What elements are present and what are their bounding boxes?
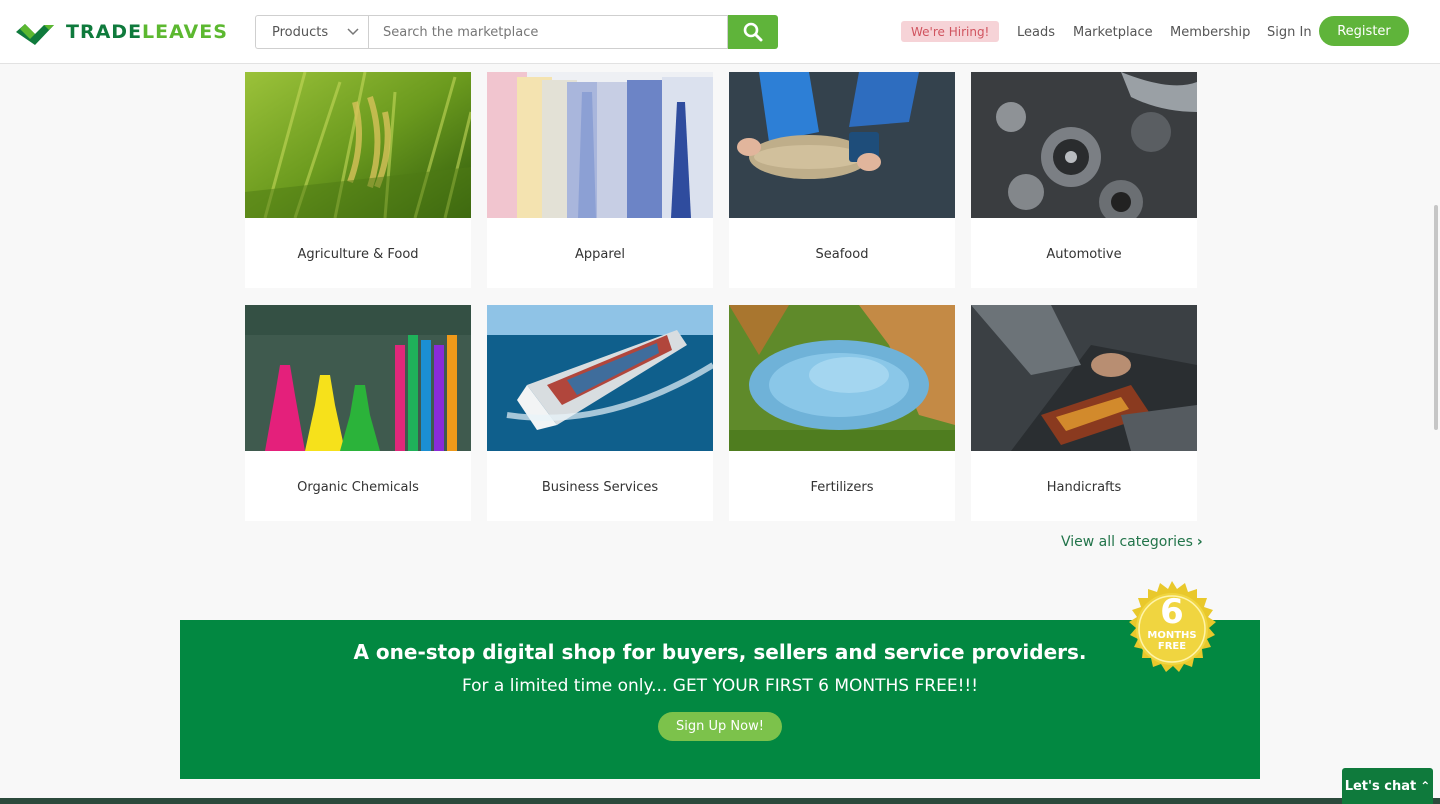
seal-line-free: FREE: [1157, 641, 1187, 652]
search-bar: Products: [255, 15, 778, 49]
category-card-handicrafts[interactable]: Handicrafts: [971, 305, 1197, 521]
automotive-image: [971, 72, 1197, 218]
category-label: Apparel: [574, 246, 626, 262]
view-all-categories-link[interactable]: View all categories ›: [1061, 531, 1203, 553]
seal-text: 6 MONTHS FREE: [1121, 594, 1223, 652]
category-label: Automotive: [1046, 246, 1122, 262]
category-card-automotive[interactable]: Automotive: [971, 72, 1197, 288]
banner-headline: A one-stop digital shop for buyers, sell…: [353, 640, 1087, 664]
category-label: Agriculture & Food: [297, 246, 419, 262]
business-services-image: [487, 305, 713, 451]
logo-wordmark: TRADELEAVES: [66, 21, 228, 43]
chevron-up-icon: ⌃: [1420, 779, 1431, 793]
organic-chemicals-image: [245, 305, 471, 451]
nav-marketplace[interactable]: Marketplace: [1073, 0, 1153, 64]
category-label: Organic Chemicals: [297, 479, 419, 495]
view-all-label: View all categories: [1061, 534, 1193, 550]
banner-subline: For a limited time only... GET YOUR FIRS…: [461, 676, 979, 696]
chevron-down-icon: [347, 28, 359, 36]
search-category-select[interactable]: Products: [255, 15, 368, 49]
category-card-organic-chemicals[interactable]: Organic Chemicals: [245, 305, 471, 521]
sign-up-now-button[interactable]: Sign Up Now!: [658, 712, 782, 741]
nav-leads[interactable]: Leads: [1017, 0, 1055, 64]
tradeleaves-logo[interactable]: TRADELEAVES: [16, 18, 228, 46]
category-card-apparel[interactable]: Apparel: [487, 72, 713, 288]
seal-line-months: MONTHS: [1147, 630, 1197, 641]
promo-banner: A one-stop digital shop for buyers, sell…: [180, 620, 1260, 779]
category-card-business-services[interactable]: Business Services: [487, 305, 713, 521]
top-header: TRADELEAVES Products We're Hiring! Leads…: [0, 0, 1440, 64]
category-label: Seafood: [815, 246, 869, 262]
nav-sign-in[interactable]: Sign In: [1267, 0, 1312, 64]
category-card-fertilizers[interactable]: Fertilizers: [729, 305, 955, 521]
lets-chat-button[interactable]: Let's chat ⌃: [1342, 768, 1433, 804]
search-icon: [743, 22, 763, 42]
footer-strip: [0, 798, 1440, 804]
category-grid: Agriculture & Food Apparel Seafood Autom…: [245, 72, 1197, 521]
hiring-badge[interactable]: We're Hiring!: [901, 21, 1000, 42]
leaf-logo-icon: [16, 24, 54, 45]
category-label: Business Services: [541, 479, 659, 495]
category-card-agriculture[interactable]: Agriculture & Food: [245, 72, 471, 288]
seal-number: 6: [1160, 592, 1184, 632]
search-input[interactable]: [368, 15, 728, 49]
chat-label: Let's chat: [1344, 778, 1417, 794]
apparel-image: [487, 72, 713, 218]
category-card-seafood[interactable]: Seafood: [729, 72, 955, 288]
nav-membership[interactable]: Membership: [1170, 0, 1250, 64]
category-label: Handicrafts: [1046, 479, 1122, 495]
category-label: Fertilizers: [810, 479, 874, 495]
search-category-value: Products: [272, 24, 329, 40]
seafood-image: [729, 72, 955, 218]
register-button[interactable]: Register: [1319, 16, 1409, 46]
fertilizers-image: [729, 305, 955, 451]
chevron-right-icon: ›: [1196, 534, 1203, 550]
agriculture-image: [245, 72, 471, 218]
page-scrollbar[interactable]: [1434, 205, 1438, 430]
search-button[interactable]: [728, 15, 778, 49]
handicrafts-image: [971, 305, 1197, 451]
